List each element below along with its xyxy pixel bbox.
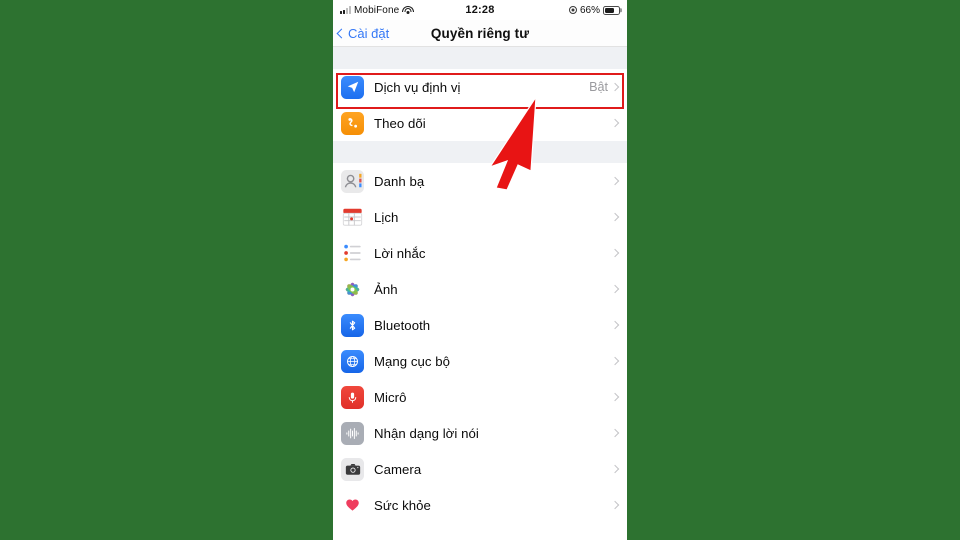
list-item-label: Micrô	[374, 389, 407, 405]
status-bar: MobiFone 12:28 66%	[333, 0, 627, 20]
navigation-bar: Cài đặt Quyền riêng tư	[333, 20, 627, 47]
chevron-right-icon	[610, 464, 620, 474]
settings-group: Danh bạ Lịch Lời nhắc Ảnh Bluetooth Mạng cục …	[333, 163, 627, 523]
speech-recognition-icon	[341, 421, 364, 445]
list-item[interactable]: Theo dõi	[333, 105, 627, 141]
photos-icon	[341, 277, 364, 301]
list-item[interactable]: Lời nhắc	[333, 235, 627, 271]
list-item-label: Camera	[374, 461, 422, 477]
calendar-icon	[341, 205, 364, 229]
list-item-label: Lịch	[374, 209, 399, 225]
reminders-icon	[341, 241, 364, 265]
settings-group: Dịch vụ định vị Bật Theo dõi	[333, 69, 627, 141]
chevron-right-icon	[610, 284, 620, 294]
list-item[interactable]: Bluetooth	[333, 307, 627, 343]
chevron-right-icon	[610, 248, 620, 258]
list-item[interactable]: Camera	[333, 451, 627, 487]
list-item-label: Nhận dạng lời nói	[374, 425, 479, 441]
chevron-right-icon	[610, 392, 620, 402]
list-item-label: Mạng cục bộ	[374, 353, 451, 369]
location-services-icon	[568, 6, 577, 14]
local-network-icon	[341, 349, 364, 373]
back-button[interactable]: Cài đặt	[333, 26, 389, 41]
bluetooth-icon	[341, 313, 364, 337]
list-item-label: Bluetooth	[374, 317, 431, 333]
list-item-label: Lời nhắc	[374, 245, 426, 261]
chevron-right-icon	[610, 500, 620, 510]
chevron-right-icon	[610, 118, 620, 128]
list-item-label: Theo dõi	[374, 115, 426, 131]
chevron-right-icon	[610, 428, 620, 438]
phone-screen: MobiFone 12:28 66% Cài đặt Quyền riêng t…	[333, 0, 627, 540]
chevron-right-icon	[610, 320, 620, 330]
list-top-gap	[333, 47, 627, 69]
battery-icon	[603, 5, 620, 15]
contacts-icon	[341, 169, 364, 193]
chevron-right-icon	[610, 176, 620, 186]
list-item-label: Sức khỏe	[374, 497, 431, 513]
back-button-label: Cài đặt	[348, 25, 390, 41]
list-item[interactable]: Sức khỏe	[333, 487, 627, 523]
list-item[interactable]: Dịch vụ định vị Bật	[333, 69, 627, 105]
chevron-left-icon	[336, 28, 347, 38]
list-item[interactable]: Micrô	[333, 379, 627, 415]
list-item[interactable]: Lịch	[333, 199, 627, 235]
microphone-icon	[341, 385, 364, 409]
list-item[interactable]: Ảnh	[333, 271, 627, 307]
list-item-label: Dịch vụ định vị	[374, 79, 461, 95]
location-arrow-icon	[341, 75, 364, 99]
list-item[interactable]: Mạng cục bộ	[333, 343, 627, 379]
list-item[interactable]: Nhận dạng lời nói	[333, 415, 627, 451]
health-icon	[341, 493, 364, 517]
group-gap	[333, 141, 627, 163]
settings-list: Dịch vụ định vị Bật Theo dõi Danh bạ Lịch Lời…	[333, 47, 627, 523]
list-item-value: Bật	[589, 80, 608, 94]
list-item[interactable]: Danh bạ	[333, 163, 627, 199]
chevron-right-icon	[610, 82, 620, 92]
tracking-icon	[341, 111, 364, 135]
chevron-right-icon	[610, 356, 620, 366]
status-bar-clock: 12:28	[465, 4, 495, 16]
list-item-label: Ảnh	[374, 281, 398, 297]
chevron-right-icon	[610, 212, 620, 222]
camera-icon	[341, 457, 364, 481]
list-item-label: Danh bạ	[374, 173, 425, 189]
